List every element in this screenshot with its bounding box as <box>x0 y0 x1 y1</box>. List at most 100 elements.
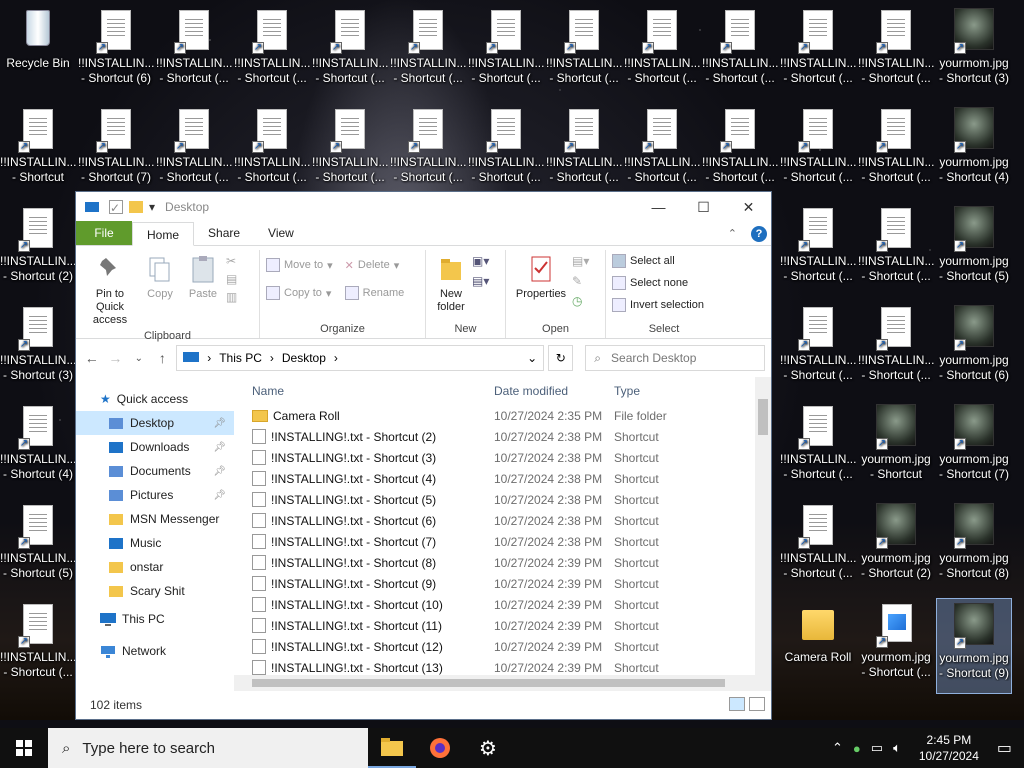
desktop-icon[interactable]: ↗ yourmom.jpg - Shortcut (8) <box>936 499 1012 595</box>
desktop-icon[interactable]: ↗ !!INSTALLIN... - Shortcut (... <box>858 4 934 100</box>
desktop-icon[interactable]: ↗ !!INSTALLIN... - Shortcut (... <box>702 103 778 199</box>
nav-network[interactable]: Network <box>76 639 234 663</box>
desktop-icon[interactable]: ↗ !!INSTALLIN... - Shortcut (... <box>468 103 544 199</box>
column-date-modified[interactable]: Date modified <box>494 384 614 398</box>
network-tray-icon[interactable]: ▭ <box>871 740 883 756</box>
tab-home[interactable]: Home <box>132 222 195 246</box>
file-row[interactable]: !INSTALLING!.txt - Shortcut (9) 10/27/202… <box>234 573 771 594</box>
new-item-icon[interactable]: ▣▾ <box>472 254 489 268</box>
rename-button[interactable]: Rename <box>344 282 404 304</box>
nav-item[interactable]: Pictures 📌︎ <box>76 483 234 507</box>
back-button[interactable]: ← <box>82 350 102 366</box>
copy-button[interactable]: Copy <box>140 250 180 327</box>
invert-selection-button[interactable]: Invert selection <box>612 294 716 316</box>
select-all-button[interactable]: Select all <box>612 250 716 272</box>
maximize-button[interactable]: ☐ <box>681 192 726 222</box>
quick-access-toolbar-dropdown[interactable]: ▾ <box>149 200 155 214</box>
horizontal-scroll-thumb[interactable] <box>252 679 725 687</box>
desktop-icon[interactable]: ↗ !!INSTALLIN... - Shortcut (... <box>312 4 388 100</box>
column-type[interactable]: Type <box>614 384 724 398</box>
address-box[interactable]: › This PC › Desktop › ⌄ <box>176 345 545 371</box>
people-icon[interactable]: ● <box>853 741 861 756</box>
taskbar-search-box[interactable]: ⌕ Type here to search <box>48 728 368 768</box>
column-name[interactable]: Name <box>234 384 494 398</box>
desktop-icon[interactable]: ↗ !!INSTALLIN... - Shortcut (... <box>156 103 232 199</box>
desktop-icon[interactable]: ↗ !!INSTALLIN... - Shortcut (... <box>468 4 544 100</box>
help-icon[interactable]: ? <box>751 226 767 242</box>
taskbar-settings[interactable]: ⚙ <box>464 728 512 768</box>
desktop-icon[interactable]: Recycle Bin <box>0 4 76 100</box>
desktop-icon[interactable]: ↗ yourmom.jpg - Shortcut (2) <box>858 499 934 595</box>
desktop-icon[interactable]: ↗ !!INSTALLIN... - Shortcut (3) <box>0 301 76 397</box>
file-row[interactable]: !INSTALLING!.txt - Shortcut (11) 10/27/20… <box>234 615 771 636</box>
search-input[interactable]: ⌕ Search Desktop <box>585 345 765 371</box>
easy-access-icon[interactable]: ▤▾ <box>472 274 489 288</box>
nav-item[interactable]: Documents 📌︎ <box>76 459 234 483</box>
vertical-scroll-thumb[interactable] <box>758 399 768 435</box>
desktop-icon[interactable]: Camera Roll <box>780 598 856 694</box>
desktop-icon[interactable]: ↗ !!INSTALLIN... - Shortcut (... <box>390 4 466 100</box>
close-button[interactable]: ✕ <box>726 192 771 222</box>
desktop-icon[interactable]: ↗ yourmom.jpg - Shortcut <box>858 400 934 496</box>
desktop-icon[interactable]: ↗ yourmom.jpg - Shortcut (6) <box>936 301 1012 397</box>
copy-to-button[interactable]: Copy to ▾ <box>266 282 333 304</box>
edit-icon[interactable]: ✎ <box>572 274 589 288</box>
desktop-icon[interactable]: ↗ !!INSTALLIN... - Shortcut (... <box>0 598 76 694</box>
paste-shortcut-icon[interactable]: ▥ <box>226 290 237 304</box>
vertical-scrollbar[interactable] <box>755 377 771 691</box>
paste-button[interactable]: Paste <box>182 250 224 327</box>
file-row[interactable]: !INSTALLING!.txt - Shortcut (6) 10/27/202… <box>234 510 771 531</box>
horizontal-scrollbar[interactable] <box>234 675 755 691</box>
desktop-icon[interactable]: ↗ !!INSTALLIN... - Shortcut (... <box>780 202 856 298</box>
desktop-icon[interactable]: ↗ !!INSTALLIN... - Shortcut (... <box>156 4 232 100</box>
nav-item[interactable]: MSN Messenger <box>76 507 234 531</box>
desktop-icon[interactable]: ↗ !!INSTALLIN... - Shortcut (... <box>858 103 934 199</box>
delete-button[interactable]: ✕ Delete ▾ <box>345 254 405 276</box>
details-view-button[interactable] <box>729 697 745 711</box>
address-dropdown-icon[interactable]: ⌄ <box>527 351 537 365</box>
show-hidden-icons-button[interactable]: ⌃ <box>832 740 843 756</box>
notifications-icon[interactable]: ▭ <box>997 738 1012 758</box>
desktop-icon[interactable]: ↗ !!INSTALLIN... - Shortcut (... <box>234 4 310 100</box>
file-row[interactable]: !INSTALLING!.txt - Shortcut (5) 10/27/202… <box>234 489 771 510</box>
desktop-icon[interactable]: ↗ !!INSTALLIN... - Shortcut (... <box>780 4 856 100</box>
desktop-icon[interactable]: ↗ !!INSTALLIN... - Shortcut (... <box>390 103 466 199</box>
up-button[interactable]: ↑ <box>153 350 173 366</box>
copy-path-icon[interactable]: ▤ <box>226 272 237 286</box>
tab-file[interactable]: File <box>76 221 132 245</box>
desktop-icon[interactable]: ↗ !!INSTALLIN... - Shortcut (... <box>780 499 856 595</box>
nav-item[interactable]: Downloads 📌︎ <box>76 435 234 459</box>
breadcrumb-desktop[interactable]: Desktop <box>282 351 326 365</box>
file-row[interactable]: !INSTALLING!.txt - Shortcut (10) 10/27/20… <box>234 594 771 615</box>
desktop-icon[interactable]: ↗ !!INSTALLIN... - Shortcut (... <box>858 301 934 397</box>
cut-icon[interactable]: ✂ <box>226 254 237 268</box>
desktop-icon[interactable]: ↗ yourmom.jpg - Shortcut (... <box>858 598 934 694</box>
file-row[interactable]: Camera Roll 10/27/2024 2:35 PM File folder <box>234 405 771 426</box>
desktop-icon[interactable]: ↗ !!INSTALLIN... - Shortcut (4) <box>0 400 76 496</box>
collapse-ribbon-icon[interactable]: ⌃ <box>728 227 737 240</box>
minimize-button[interactable]: — <box>636 192 681 222</box>
nav-item[interactable]: Desktop 📌︎ <box>76 411 234 435</box>
desktop-icon[interactable]: ↗ yourmom.jpg - Shortcut (5) <box>936 202 1012 298</box>
desktop-icon[interactable]: ↗ !!INSTALLIN... - Shortcut (... <box>546 4 622 100</box>
desktop-icon[interactable]: ↗ !!INSTALLIN... - Shortcut (6) <box>78 4 154 100</box>
desktop-icon[interactable]: ↗ !!INSTALLIN... - Shortcut (... <box>624 103 700 199</box>
file-row[interactable]: !INSTALLING!.txt - Shortcut (2) 10/27/202… <box>234 426 771 447</box>
desktop-icon[interactable]: ↗ !!INSTALLIN... - Shortcut (... <box>702 4 778 100</box>
tab-view[interactable]: View <box>254 221 308 245</box>
taskbar-firefox[interactable] <box>416 728 464 768</box>
desktop-icon[interactable]: ↗ !!INSTALLIN... - Shortcut <box>0 103 76 199</box>
large-icons-view-button[interactable] <box>749 697 765 711</box>
properties-button[interactable]: Properties <box>512 250 570 320</box>
desktop-icon[interactable]: ↗ !!INSTALLIN... - Shortcut (2) <box>0 202 76 298</box>
desktop-icon[interactable]: ↗ yourmom.jpg - Shortcut (7) <box>936 400 1012 496</box>
desktop-icon[interactable]: ↗ !!INSTALLIN... - Shortcut (... <box>780 400 856 496</box>
desktop-icon[interactable]: ↗ !!INSTALLIN... - Shortcut (... <box>780 301 856 397</box>
file-row[interactable]: !INSTALLING!.txt - Shortcut (4) 10/27/202… <box>234 468 771 489</box>
forward-button[interactable]: → <box>106 350 126 366</box>
volume-icon[interactable]: 🔈︎ <box>893 740 901 756</box>
file-row[interactable]: !INSTALLING!.txt - Shortcut (3) 10/27/202… <box>234 447 771 468</box>
move-to-button[interactable]: Move to ▾ <box>266 254 333 276</box>
breadcrumb-this-pc[interactable]: This PC <box>219 351 262 365</box>
tab-share[interactable]: Share <box>194 221 254 245</box>
